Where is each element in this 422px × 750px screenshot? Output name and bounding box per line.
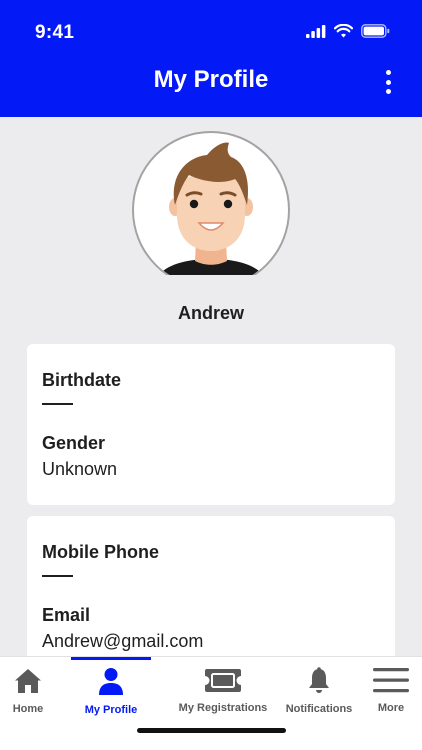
- nav-home-label: Home: [12, 703, 44, 715]
- profile-name: Andrew: [177, 303, 244, 323]
- home-indicator[interactable]: [137, 728, 286, 733]
- more-options-icon[interactable]: [380, 70, 396, 94]
- nav-notifications[interactable]: Notifications: [284, 657, 354, 727]
- nav-home[interactable]: Home: [0, 657, 56, 727]
- menu-icon: [373, 668, 409, 693]
- mobile-phone-label: Mobile Phone: [42, 542, 159, 562]
- profile-card-personal: Birthdate Gender Unknown: [27, 344, 395, 505]
- gender-label: Gender: [42, 433, 106, 453]
- nav-more-label: More: [377, 702, 405, 714]
- page-title: My Profile: [153, 66, 269, 93]
- ticket-icon: [205, 669, 241, 692]
- nav-more[interactable]: More: [368, 657, 414, 727]
- battery-icon: [361, 24, 390, 38]
- wifi-icon: [334, 24, 353, 38]
- email-label: Email: [42, 605, 91, 625]
- avatar[interactable]: [131, 131, 291, 289]
- profile-card-contact: Mobile Phone Email Andrew@gmail.com: [27, 516, 395, 666]
- status-icons: [306, 24, 390, 38]
- gender-value: Unknown: [42, 459, 118, 479]
- bell-icon: [309, 667, 329, 693]
- nav-my-profile-label: My Profile: [84, 704, 138, 716]
- bottom-navigation: Home My Profile My Registrations Notific…: [0, 656, 422, 750]
- status-bar: 9:41: [0, 0, 422, 60]
- home-icon: [15, 669, 41, 693]
- avatar-illustration: [132, 131, 290, 289]
- nav-my-registrations-label: My Registrations: [178, 702, 268, 714]
- app-header: 9:41 My Profile: [0, 0, 422, 117]
- birthdate-label: Birthdate: [42, 370, 122, 390]
- nav-my-registrations[interactable]: My Registrations: [175, 657, 271, 727]
- nav-notifications-label: Notifications: [285, 703, 353, 715]
- email-value: Andrew@gmail.com: [42, 631, 204, 651]
- nav-my-profile[interactable]: My Profile: [71, 657, 151, 727]
- mobile-phone-empty-value: [42, 575, 73, 577]
- person-icon: [99, 668, 123, 695]
- birthdate-empty-value: [42, 403, 73, 405]
- status-time: 9:41: [35, 22, 75, 43]
- cellular-signal-icon: [306, 24, 326, 38]
